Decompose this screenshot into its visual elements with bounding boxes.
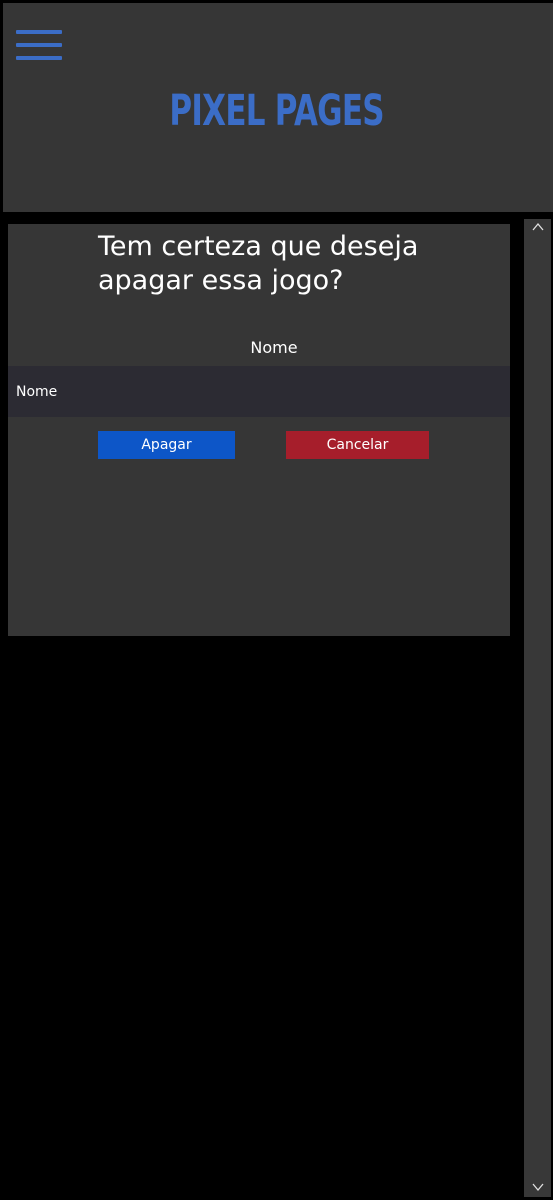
name-field-label: Nome	[250, 338, 298, 357]
delete-confirm-dialog: Tem certeza que deseja apagar essa jogo?…	[8, 224, 510, 636]
dialog-title: Tem certeza que deseja apagar essa jogo?	[98, 231, 419, 296]
menu-bar	[16, 43, 62, 47]
page: PIXEL PAGES Tem certeza que deseja apaga…	[0, 0, 553, 1200]
hamburger-menu-icon[interactable]	[16, 30, 62, 63]
brand-title: PIXEL PAGES	[169, 86, 384, 136]
delete-button[interactable]: Apagar	[98, 431, 235, 459]
menu-bar	[16, 56, 62, 60]
chevron-down-icon[interactable]	[524, 1179, 551, 1197]
menu-bar	[16, 30, 62, 34]
chevron-up-icon[interactable]	[524, 219, 551, 237]
vertical-scrollbar[interactable]	[524, 219, 551, 1197]
name-input[interactable]	[8, 366, 510, 417]
cancel-button[interactable]: Cancelar	[286, 431, 429, 459]
